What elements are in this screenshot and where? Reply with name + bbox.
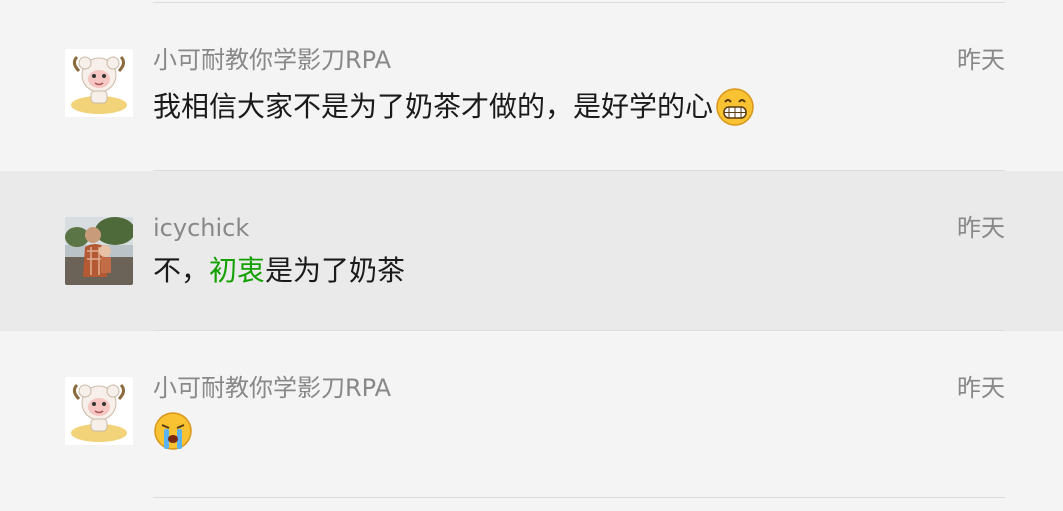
grin-emoji [715,87,755,127]
comment-message: 我相信大家不是为了奶茶才做的，是好学的心 [153,87,755,127]
crying-emoji [153,411,193,451]
comment-author[interactable]: 小可耐教你学影刀RPA [153,46,391,74]
sheep-avatar[interactable] [65,49,133,117]
comment-time: 昨天 [957,374,1005,402]
comment-time: 昨天 [957,46,1005,74]
comment-row[interactable]: 小可耐教你学影刀RPA 昨天 我相信大家不是为了奶茶才做的，是好学的心 [0,3,1063,163]
comment-row[interactable]: 小可耐教你学影刀RPA 昨天 [0,331,1063,491]
comment-message [153,411,193,451]
sheep-avatar[interactable] [65,377,133,445]
comment-time: 昨天 [957,214,1005,242]
comment-author[interactable]: 小可耐教你学影刀RPA [153,374,391,402]
comment-message: 不， 初衷 是为了奶茶 [153,252,405,290]
comment-text-part: 不， [153,254,210,287]
comment-text: 我相信大家不是为了奶茶才做的，是好学的心 [153,90,714,123]
comment-text-part: 是为了奶茶 [265,254,406,287]
photo-avatar[interactable] [65,217,133,285]
highlighted-keyword[interactable]: 初衷 [209,252,265,290]
comment-list: 小可耐教你学影刀RPA 昨天 我相信大家不是为了奶茶才做的，是好学的心 icyc… [0,0,1063,511]
divider [153,497,1005,498]
comment-author[interactable]: icychick [153,214,249,242]
comment-row[interactable]: icychick 昨天 不， 初衷 是为了奶茶 [0,171,1063,331]
